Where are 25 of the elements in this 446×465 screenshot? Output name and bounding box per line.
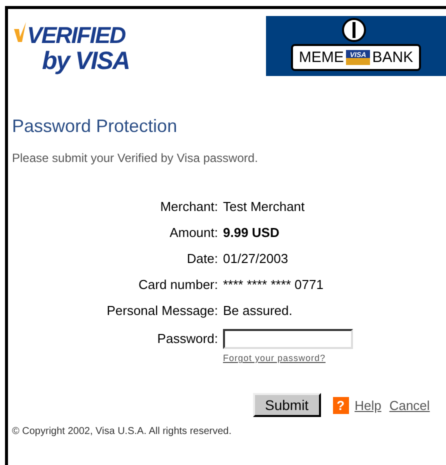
bank-name: MEME [298, 49, 344, 66]
instruction-text: Please submit your Verified by Visa password. [12, 151, 259, 165]
copyright-text: © Copyright 2002, Visa U.S.A. All rights reserved. [12, 426, 233, 437]
field-label: Amount: [170, 225, 218, 240]
bank-name: BANK [372, 49, 414, 66]
field-value: Be assured. [223, 303, 294, 318]
page-title: Password Protection [12, 116, 178, 137]
logo-text: VERIFIED [27, 22, 126, 48]
field-value: Test Merchant [223, 199, 306, 214]
field-label: Card number: [138, 277, 218, 292]
field-value: 9.99 USD [223, 225, 280, 240]
field-label: Password: [157, 331, 218, 346]
field-label: Merchant: [160, 199, 218, 214]
field-label: Personal Message: [106, 303, 218, 318]
coin-icon [341, 18, 367, 42]
check-mark-icon [14, 22, 26, 42]
field-label: Date: [186, 251, 218, 266]
field-value: 01/27/2003 [223, 251, 290, 266]
cancel-link[interactable]: Cancel [389, 398, 430, 412]
logo-text: by VISA [42, 48, 130, 74]
forgot-password-link[interactable]: Forgot your password? [223, 353, 326, 363]
field-value: **** **** **** 0771 [223, 277, 324, 292]
submit-button[interactable]: Submit [253, 393, 321, 417]
password-field[interactable] [223, 329, 353, 349]
help-link[interactable]: Help [354, 398, 382, 412]
